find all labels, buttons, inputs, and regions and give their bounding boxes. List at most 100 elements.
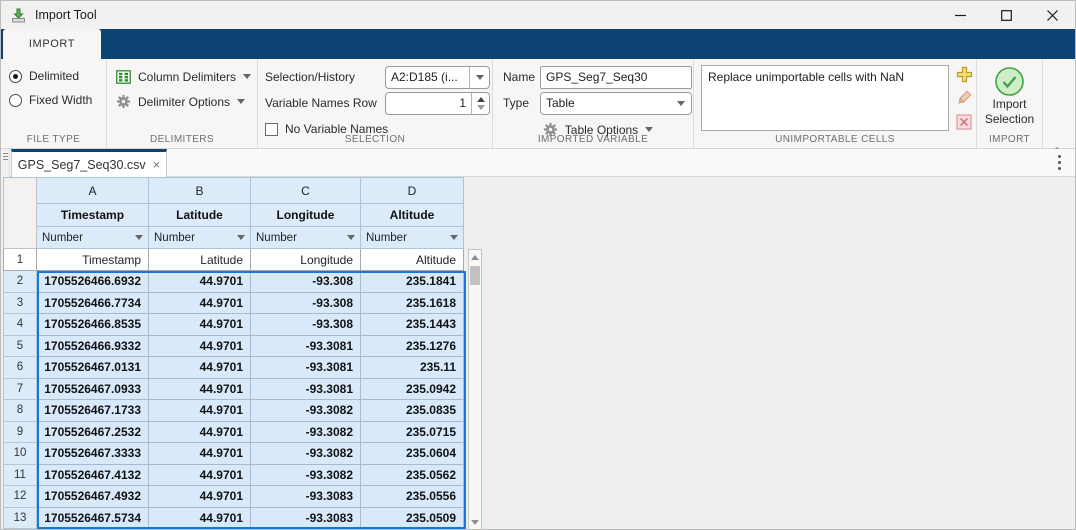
delete-rule-button[interactable] — [955, 113, 973, 131]
preview-cell[interactable]: Altitude — [361, 249, 464, 271]
data-cell[interactable]: -93.308 — [251, 314, 361, 336]
column-letter[interactable]: C — [251, 177, 361, 204]
data-cell[interactable]: 1705526467.5734 — [37, 508, 149, 530]
data-cell[interactable]: -93.308 — [251, 271, 361, 293]
column-name[interactable]: Timestamp — [37, 204, 149, 227]
column-letter[interactable]: D — [361, 177, 464, 204]
tab-overflow-menu-icon[interactable] — [1058, 155, 1061, 170]
row-number[interactable]: 6 — [3, 357, 37, 379]
data-cell[interactable]: 235.0604 — [361, 443, 464, 465]
data-cell[interactable]: 235.1276 — [361, 336, 464, 358]
scroll-down-button[interactable] — [469, 516, 481, 529]
type-combo[interactable]: Table — [540, 92, 692, 115]
document-tab-csv[interactable]: GPS_Seg7_Seq30.csv × — [11, 149, 167, 177]
data-cell[interactable]: 235.0562 — [361, 465, 464, 487]
column-letter[interactable]: B — [149, 177, 251, 204]
collapse-ribbon-icon[interactable] — [1051, 130, 1063, 140]
data-cell[interactable]: 44.9701 — [149, 508, 251, 530]
data-cell[interactable]: 235.1443 — [361, 314, 464, 336]
spinner-buttons[interactable] — [471, 93, 489, 114]
radio-fixed-width-control[interactable] — [9, 94, 22, 107]
data-cell[interactable]: -93.3082 — [251, 422, 361, 444]
data-cell[interactable]: 1705526466.9332 — [37, 336, 149, 358]
data-cell[interactable]: -93.3083 — [251, 486, 361, 508]
data-cell[interactable]: 1705526466.8535 — [37, 314, 149, 336]
maximize-button[interactable] — [983, 1, 1029, 29]
data-cell[interactable]: -93.3082 — [251, 443, 361, 465]
data-cell[interactable]: 44.9701 — [149, 443, 251, 465]
preview-cell[interactable]: Timestamp — [37, 249, 149, 271]
row-number[interactable]: 9 — [3, 422, 37, 444]
data-cell[interactable]: 44.9701 — [149, 271, 251, 293]
import-selection-button[interactable]: Import Selection — [977, 64, 1042, 127]
edit-rule-button[interactable] — [955, 89, 973, 107]
data-cell[interactable]: -93.3081 — [251, 336, 361, 358]
row-number[interactable]: 5 — [3, 336, 37, 358]
data-cell[interactable]: 235.0509 — [361, 508, 464, 530]
scrollbar-thumb[interactable] — [470, 266, 480, 285]
column-name[interactable]: Latitude — [149, 204, 251, 227]
column-letter[interactable]: A — [37, 177, 149, 204]
row-number[interactable]: 4 — [3, 314, 37, 336]
data-cell[interactable]: 44.9701 — [149, 357, 251, 379]
data-cell[interactable]: 235.0556 — [361, 486, 464, 508]
data-cell[interactable]: 1705526467.0131 — [37, 357, 149, 379]
radio-delimited-control[interactable] — [9, 70, 22, 83]
row-number[interactable]: 13 — [3, 508, 37, 530]
tab-close-icon[interactable]: × — [153, 157, 161, 172]
variable-name-input[interactable] — [540, 66, 692, 89]
data-cell[interactable]: 1705526467.0933 — [37, 379, 149, 401]
data-cell[interactable]: 1705526466.6932 — [37, 271, 149, 293]
close-button[interactable] — [1029, 1, 1075, 29]
data-cell[interactable]: 44.9701 — [149, 379, 251, 401]
add-rule-button[interactable] — [955, 65, 973, 83]
column-name[interactable]: Altitude — [361, 204, 464, 227]
tab-import[interactable]: IMPORT — [3, 29, 101, 59]
data-cell[interactable]: -93.3082 — [251, 465, 361, 487]
data-cell[interactable]: 1705526467.4132 — [37, 465, 149, 487]
preview-cell[interactable]: Longitude — [251, 249, 361, 271]
column-type-dropdown[interactable]: Number — [149, 227, 251, 249]
spin-down-icon[interactable] — [477, 105, 485, 110]
row-number[interactable]: 7 — [3, 379, 37, 401]
data-cell[interactable]: -93.3083 — [251, 508, 361, 530]
data-cell[interactable]: 1705526467.1733 — [37, 400, 149, 422]
data-cell[interactable]: 44.9701 — [149, 314, 251, 336]
row-number[interactable]: 11 — [3, 465, 37, 487]
data-cell[interactable]: 44.9701 — [149, 486, 251, 508]
data-cell[interactable]: 44.9701 — [149, 293, 251, 315]
row-number[interactable]: 2 — [3, 271, 37, 293]
column-type-dropdown[interactable]: Number — [361, 227, 464, 249]
data-cell[interactable]: 1705526467.3333 — [37, 443, 149, 465]
variable-names-row-spinner[interactable]: 1 — [385, 92, 490, 115]
row-number[interactable]: 8 — [3, 400, 37, 422]
preview-cell[interactable]: Latitude — [149, 249, 251, 271]
row-number[interactable]: 3 — [3, 293, 37, 315]
vertical-scrollbar[interactable] — [468, 249, 482, 530]
row-number[interactable]: 10 — [3, 443, 37, 465]
data-cell[interactable]: 235.1618 — [361, 293, 464, 315]
data-cell[interactable]: -93.3081 — [251, 379, 361, 401]
data-cell[interactable]: -93.308 — [251, 293, 361, 315]
selection-history-combo[interactable]: A2:D185 (i... — [385, 66, 490, 89]
data-cell[interactable]: 44.9701 — [149, 400, 251, 422]
combo-arrow-button[interactable] — [671, 93, 691, 114]
data-cell[interactable]: 44.9701 — [149, 465, 251, 487]
column-type-dropdown[interactable]: Number — [37, 227, 149, 249]
unimportable-rules-list[interactable]: Replace unimportable cells with NaN — [701, 65, 949, 131]
spin-up-icon[interactable] — [477, 97, 485, 102]
data-cell[interactable]: 44.9701 — [149, 336, 251, 358]
combo-arrow-button[interactable] — [469, 67, 489, 88]
row-number[interactable]: 1 — [3, 249, 37, 271]
minimize-button[interactable] — [937, 1, 983, 29]
column-name[interactable]: Longitude — [251, 204, 361, 227]
data-cell[interactable]: 235.1841 — [361, 271, 464, 293]
data-cell[interactable]: 1705526467.2532 — [37, 422, 149, 444]
column-delimiters-dropdown[interactable]: Column Delimiters — [116, 64, 257, 89]
tab-strip-grabber[interactable] — [1, 149, 10, 177]
delimiter-options-dropdown[interactable]: Delimiter Options — [116, 89, 257, 114]
data-cell[interactable]: 235.0942 — [361, 379, 464, 401]
data-cell[interactable]: 44.9701 — [149, 422, 251, 444]
data-cell[interactable]: 235.11 — [361, 357, 464, 379]
data-cell[interactable]: -93.3082 — [251, 400, 361, 422]
